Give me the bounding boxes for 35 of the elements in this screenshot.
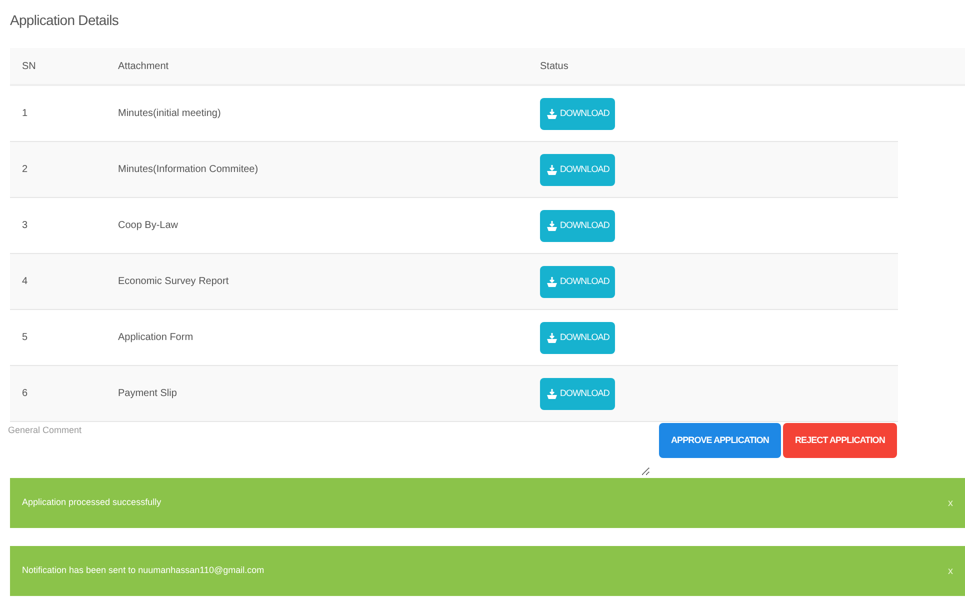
table-cell-text: 4 [21, 275, 29, 289]
reject-button[interactable]: REJECT APPLICATION [782, 423, 897, 458]
comment-field[interactable]: General Comment [8, 424, 650, 476]
download-button[interactable]: DOWNLOAD [540, 210, 616, 242]
column-header: SN [21, 60, 37, 74]
download-icon [546, 220, 558, 232]
table-cell-text: 6 [21, 387, 29, 401]
table-cell-text: Coop By-Law [118, 219, 180, 233]
download-button[interactable]: DOWNLOAD [540, 266, 616, 298]
table-cell-text: 5 [21, 331, 29, 345]
approve-button[interactable]: APPROVE APPLICATION [659, 423, 781, 458]
table-cell-text: Minutes(initial meeting) [118, 107, 222, 121]
download-icon [546, 108, 558, 120]
download-button[interactable]: DOWNLOAD [540, 378, 616, 410]
column-header: Status [540, 60, 568, 74]
download-icon [546, 388, 558, 400]
download-icon [546, 332, 558, 344]
download-button[interactable]: DOWNLOAD [540, 322, 616, 354]
alert-message: Application processed successfully [22, 496, 162, 510]
section-title: Application Details [10, 11, 120, 30]
download-icon [546, 164, 558, 176]
download-icon [546, 276, 558, 288]
table-cell-text: Minutes(Information Commitee) [118, 163, 260, 177]
close-button[interactable]: x [948, 496, 953, 510]
alert-message: Notification has been sent to nuumanhassan110@gmail.com [22, 564, 264, 578]
table-cell-text: Application Form [118, 331, 194, 345]
download-button[interactable]: DOWNLOAD [540, 154, 616, 186]
close-button[interactable]: x [948, 564, 953, 578]
table-cell-text: 2 [21, 163, 29, 177]
table-cell-text: 3 [21, 219, 29, 233]
column-header: Attachment [118, 60, 170, 74]
table-cell-text: Economic Survey Report [118, 275, 230, 289]
download-button[interactable]: DOWNLOAD [540, 98, 616, 130]
table-cell-text: Payment Slip [118, 387, 178, 401]
table-cell-text: 1 [21, 107, 29, 121]
